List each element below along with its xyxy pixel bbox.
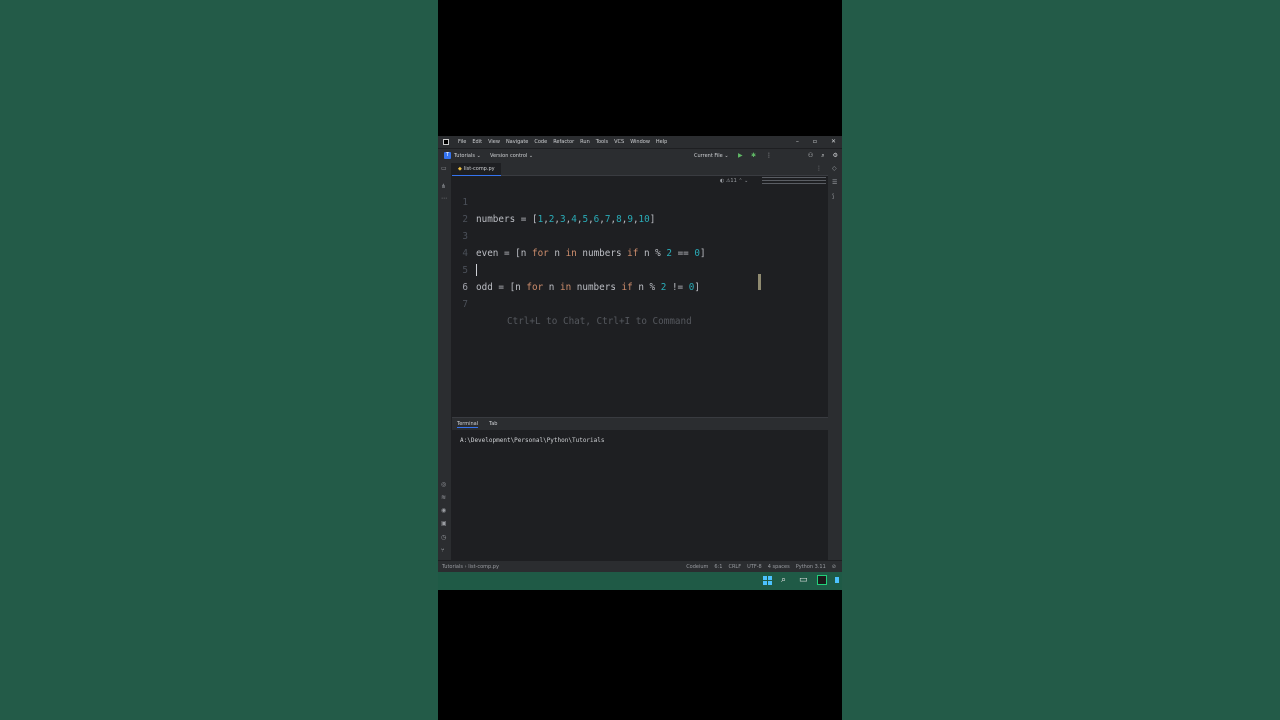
code-line: 4 xyxy=(452,228,828,259)
problems-icon[interactable]: ◷ xyxy=(441,534,446,541)
toolbar-right-icons: ⚇ ⌕ ⚙ xyxy=(808,152,838,160)
menu-help[interactable]: Help xyxy=(656,139,667,145)
gear-icon[interactable]: ⚙ xyxy=(833,152,838,160)
code-line: 5 odd = [n for n in numbers if n % 2 != … xyxy=(452,245,828,293)
editor-tab-bar: ◆ list-comp.py ⋮ xyxy=(452,163,828,176)
plugins-icon[interactable]: ◎ xyxy=(441,481,446,488)
minimize-icon[interactable]: – xyxy=(796,138,799,145)
tab-local[interactable]: Tab xyxy=(489,421,497,427)
version-control-selector[interactable]: Version control ⌄ xyxy=(490,153,533,159)
code-line: 7 xyxy=(452,279,828,310)
breadcrumb-file[interactable]: list-comp.py xyxy=(468,564,499,570)
dots-icon[interactable]: ⋯ xyxy=(441,195,447,202)
menu-file[interactable]: File xyxy=(458,139,466,145)
background-left xyxy=(0,0,438,720)
lock-icon[interactable]: ⊘ xyxy=(832,564,836,570)
close-icon[interactable]: ✕ xyxy=(831,138,836,145)
maximize-icon[interactable]: ▫ xyxy=(813,138,817,145)
main-toolbar: T Tutorials ⌄ Version control ⌄ Current … xyxy=(438,148,842,163)
code-line-current: 6 Ctrl+L to Chat, Ctrl+I to Command xyxy=(452,262,828,327)
code-editor[interactable]: ◐ ⚠11 ⌃ ⌄ 1 numbers = [1,2,3,4,5,6,7,8,9… xyxy=(452,176,828,416)
more-icon[interactable]: ⋮ xyxy=(766,152,772,159)
ai-assistant-icon[interactable]: ⟆ xyxy=(832,193,834,200)
menu-run[interactable]: Run xyxy=(580,139,590,145)
user-icon[interactable]: ⚇ xyxy=(808,152,813,160)
search-icon[interactable]: ⌕ xyxy=(821,152,824,160)
tab-list-comp[interactable]: ◆ list-comp.py xyxy=(452,163,501,176)
tab-label: list-comp.py xyxy=(463,166,495,172)
tab-terminal[interactable]: Terminal xyxy=(457,421,479,428)
terminal-prompt: A:\Development\Personal\Python\Tutorials xyxy=(460,437,605,444)
run-config-selector[interactable]: Current File ⌄ xyxy=(694,153,729,159)
line-number: 7 xyxy=(462,299,468,310)
right-tool-strip: ◇ ☰ ⟆ xyxy=(827,163,842,560)
menu-edit[interactable]: Edit xyxy=(472,139,482,145)
indent-setting[interactable]: 4 spaces xyxy=(768,564,790,570)
notifications-icon[interactable]: ◇ xyxy=(832,165,837,172)
code-line: 2 xyxy=(452,194,828,225)
menu-navigate[interactable]: Navigate xyxy=(506,139,528,145)
run-icon[interactable]: ▶ xyxy=(738,152,743,159)
git-icon[interactable]: ⑂ xyxy=(441,547,445,554)
terminal-panel[interactable]: Terminal Tab A:\Development\Personal\Pyt… xyxy=(452,417,828,561)
app-logo-icon xyxy=(443,139,449,145)
menu-code[interactable]: Code xyxy=(534,139,547,145)
file-encoding[interactable]: UTF-8 xyxy=(747,564,762,570)
ide-window: File Edit View Navigate Code Refactor Ru… xyxy=(438,136,842,572)
tab-options-icon[interactable]: ⋮ xyxy=(816,165,822,172)
taskbar: ⌕ ▭ xyxy=(438,572,842,590)
breadcrumb: Tutorials › list-comp.py xyxy=(442,564,499,570)
project-selector[interactable]: Tutorials ⌄ xyxy=(454,153,481,159)
code-line: 3 even = [n for n in numbers if n % 2 ==… xyxy=(452,211,828,259)
ai-inline-hint: Ctrl+L to Chat, Ctrl+I to Command xyxy=(507,316,692,327)
menu-vcs[interactable]: VCS xyxy=(614,139,624,145)
folder-icon[interactable]: ▭ xyxy=(441,165,447,172)
python-file-icon: ◆ xyxy=(458,166,462,172)
interpreter[interactable]: Python 3.11 xyxy=(796,564,826,570)
codeium-status[interactable]: Codeium xyxy=(686,564,708,570)
caret-position[interactable]: 6:1 xyxy=(714,564,722,570)
left-tool-strip: ▭ ⋔ ⋯ ◎ ≋ ◉ ▣ ◷ ⑂ xyxy=(438,163,452,560)
project-badge[interactable]: T xyxy=(444,152,451,159)
text-caret xyxy=(476,264,477,276)
breadcrumb-project[interactable]: Tutorials xyxy=(442,564,463,570)
code-line: 1 numbers = [1,2,3,4,5,6,7,8,9,10] xyxy=(452,177,828,225)
task-view-icon[interactable]: ▭ xyxy=(799,575,808,585)
scroll-marker[interactable] xyxy=(758,274,761,290)
menu-bar: File Edit View Navigate Code Refactor Ru… xyxy=(458,139,667,145)
search-icon[interactable]: ⌕ xyxy=(781,575,786,585)
taskbar-app-icon[interactable] xyxy=(835,577,839,583)
run-tool-icon[interactable]: ◉ xyxy=(441,507,446,514)
menu-tools[interactable]: Tools xyxy=(596,139,608,145)
pycharm-icon[interactable] xyxy=(817,575,827,585)
database-icon[interactable]: ☰ xyxy=(832,179,837,186)
structure-icon[interactable]: ⋔ xyxy=(441,183,446,190)
line-separator[interactable]: CRLF xyxy=(728,564,741,570)
menu-window[interactable]: Window xyxy=(630,139,650,145)
status-bar: Tutorials › list-comp.py Codeium 6:1 CRL… xyxy=(438,560,842,572)
windows-start-icon[interactable] xyxy=(763,576,772,585)
debug-icon[interactable]: ✱ xyxy=(751,152,756,159)
menu-view[interactable]: View xyxy=(488,139,500,145)
background-right xyxy=(842,0,1280,720)
terminal-icon[interactable]: ▣ xyxy=(441,520,447,527)
terminal-tab-bar: Terminal Tab xyxy=(452,418,828,430)
title-bar: File Edit View Navigate Code Refactor Ru… xyxy=(438,136,842,148)
status-widgets: Codeium 6:1 CRLF UTF-8 4 spaces Python 3… xyxy=(686,564,836,570)
menu-refactor[interactable]: Refactor xyxy=(553,139,574,145)
layers-icon[interactable]: ≋ xyxy=(441,494,446,501)
window-controls: – ▫ ✕ xyxy=(796,138,836,145)
